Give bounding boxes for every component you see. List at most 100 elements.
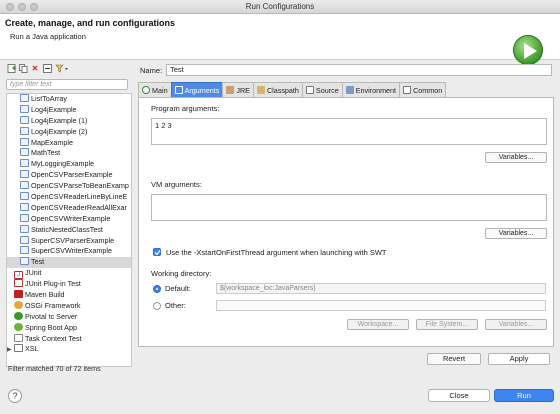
task-context-icon bbox=[14, 333, 23, 342]
name-label: Name: bbox=[140, 66, 163, 75]
other-radio[interactable] bbox=[153, 302, 161, 310]
help-icon[interactable]: ? bbox=[8, 389, 22, 403]
tab-arguments[interactable]: Arguments bbox=[170, 82, 224, 97]
tree-item[interactable]: MathTest bbox=[7, 148, 131, 159]
default-label: Default: bbox=[165, 284, 191, 293]
java-app-icon bbox=[20, 148, 29, 157]
java-app-icon bbox=[20, 224, 29, 233]
junit-icon: J bbox=[14, 271, 23, 280]
working-dir-label: Working directory: bbox=[151, 269, 212, 278]
java-app-icon bbox=[20, 170, 29, 179]
tree-item[interactable]: SuperCSVWriterExample bbox=[7, 246, 131, 257]
tree-category[interactable]: Maven Build bbox=[7, 290, 131, 301]
expand-arrow-icon[interactable]: ▶ bbox=[7, 345, 14, 356]
common-tab-icon bbox=[403, 86, 412, 94]
tree-item[interactable]: OpenCSVParseToBeanExamp bbox=[7, 181, 131, 192]
default-dir-input: ${workspace_loc:JavaParsers} bbox=[216, 283, 546, 294]
name-input[interactable]: Test bbox=[166, 64, 552, 76]
tab-classpath[interactable]: Classpath bbox=[252, 82, 303, 97]
duplicate-icon[interactable] bbox=[18, 63, 28, 73]
vm-args-variables-button[interactable]: Variables... bbox=[485, 228, 547, 239]
java-app-icon bbox=[20, 202, 29, 211]
zoom-window-icon[interactable] bbox=[30, 3, 38, 11]
tree-item[interactable]: OpenCSVParserExample bbox=[7, 170, 131, 181]
tree-item[interactable]: OpenCSVReaderLineByLineE bbox=[7, 192, 131, 203]
config-tabs: Main Arguments JRE Classpath Source Envi… bbox=[138, 82, 554, 97]
vm-args-label: VM arguments: bbox=[151, 180, 202, 189]
java-app-icon bbox=[20, 94, 29, 102]
maven-icon bbox=[14, 290, 23, 299]
filter-input[interactable]: type filter text bbox=[6, 79, 128, 90]
classpath-tab-icon bbox=[256, 86, 265, 94]
tree-item[interactable]: OpenCSVReaderReadAllExar bbox=[7, 202, 131, 214]
filter-icon[interactable] bbox=[54, 63, 68, 73]
tab-jre[interactable]: JRE bbox=[222, 82, 254, 97]
tab-main[interactable]: Main bbox=[138, 82, 172, 97]
java-app-icon bbox=[20, 137, 29, 146]
vm-args-textarea[interactable] bbox=[151, 194, 547, 221]
tree-category[interactable]: JUnit Plug-in Test bbox=[7, 279, 131, 290]
filter-status: Filter matched 70 of 72 items bbox=[8, 364, 101, 373]
tree-item[interactable]: StaticNestedClassTest bbox=[7, 224, 131, 236]
java-app-icon bbox=[20, 257, 29, 266]
apply-button[interactable]: Apply bbox=[488, 353, 550, 365]
workspace-button[interactable]: Workspace... bbox=[347, 319, 409, 330]
junit-plugin-icon bbox=[14, 279, 23, 288]
source-tab-icon bbox=[305, 86, 314, 94]
new-config-icon[interactable] bbox=[6, 63, 16, 73]
working-dir-variables-button[interactable]: Variables... bbox=[485, 319, 547, 330]
tree-item[interactable]: MapExample bbox=[7, 137, 131, 149]
close-window-icon[interactable] bbox=[6, 3, 14, 11]
header-banner: Create, manage, and run configurations R… bbox=[0, 14, 560, 65]
tree-category[interactable]: OSGi Framework bbox=[7, 300, 131, 312]
tab-common[interactable]: Common bbox=[399, 82, 447, 97]
minimize-window-icon[interactable] bbox=[18, 3, 26, 11]
java-app-icon bbox=[20, 115, 29, 124]
config-tree: ListToArray Log4jExample Log4jExample (1… bbox=[6, 93, 132, 367]
arguments-tab-icon bbox=[174, 86, 183, 94]
banner-title: Create, manage, and run configurations bbox=[5, 18, 176, 28]
xsl-icon bbox=[14, 344, 23, 353]
spring-boot-icon bbox=[14, 322, 23, 331]
banner-subtitle: Run a Java application bbox=[10, 32, 86, 41]
config-list-panel: ✕ type filter text ListToArray Log4jExam… bbox=[4, 61, 132, 378]
run-button[interactable]: Run bbox=[494, 389, 554, 402]
config-editor: Name: Test Main Arguments JRE Classpath … bbox=[136, 61, 556, 378]
tree-item-selected[interactable]: Test bbox=[7, 257, 131, 269]
tree-category[interactable]: J JUnit bbox=[7, 268, 131, 280]
xstart-checkbox[interactable] bbox=[153, 248, 161, 256]
program-args-label: Program arguments: bbox=[151, 104, 220, 113]
default-radio[interactable] bbox=[153, 285, 161, 293]
collapse-all-icon[interactable] bbox=[42, 63, 52, 73]
tree-item[interactable]: OpenCSVWriterExample bbox=[7, 213, 131, 225]
java-app-icon bbox=[20, 126, 29, 135]
title-bar: Run Configurations bbox=[0, 0, 560, 14]
tree-item[interactable]: Log4jExample bbox=[7, 104, 131, 116]
tree-item[interactable]: SuperCSVParserExample bbox=[7, 235, 131, 247]
java-app-icon bbox=[20, 192, 29, 201]
xstart-label: Use the -XstartOnFirstThread argument wh… bbox=[166, 248, 387, 257]
program-args-textarea[interactable]: 1 2 3 bbox=[151, 118, 547, 145]
tree-item[interactable]: MyLoggingExample bbox=[7, 159, 131, 170]
java-app-icon bbox=[20, 213, 29, 222]
delete-icon[interactable]: ✕ bbox=[30, 63, 40, 73]
revert-button[interactable]: Revert bbox=[427, 353, 481, 365]
close-button[interactable]: Close bbox=[428, 389, 490, 402]
tab-environment[interactable]: Environment bbox=[341, 82, 401, 97]
java-app-icon bbox=[20, 246, 29, 255]
tree-item[interactable]: Log4jExample (1) bbox=[7, 115, 131, 127]
tree-category[interactable]: Task Context Test bbox=[7, 333, 131, 345]
tab-source[interactable]: Source bbox=[301, 82, 343, 97]
tree-item[interactable]: Log4jExample (2) bbox=[7, 126, 131, 138]
jre-tab-icon bbox=[226, 86, 235, 94]
tree-item[interactable]: ListToArray bbox=[7, 94, 131, 105]
java-app-icon bbox=[20, 104, 29, 113]
osgi-icon bbox=[14, 300, 23, 309]
file-system-button[interactable]: File System... bbox=[416, 319, 478, 330]
program-args-variables-button[interactable]: Variables... bbox=[485, 152, 547, 163]
tree-category[interactable]: ▶ XSL bbox=[7, 344, 131, 355]
other-dir-input[interactable] bbox=[216, 300, 546, 311]
tree-category[interactable]: Spring Boot App bbox=[7, 322, 131, 334]
main-tab-icon bbox=[142, 86, 150, 94]
tree-category[interactable]: Pivotal tc Server bbox=[7, 311, 131, 323]
